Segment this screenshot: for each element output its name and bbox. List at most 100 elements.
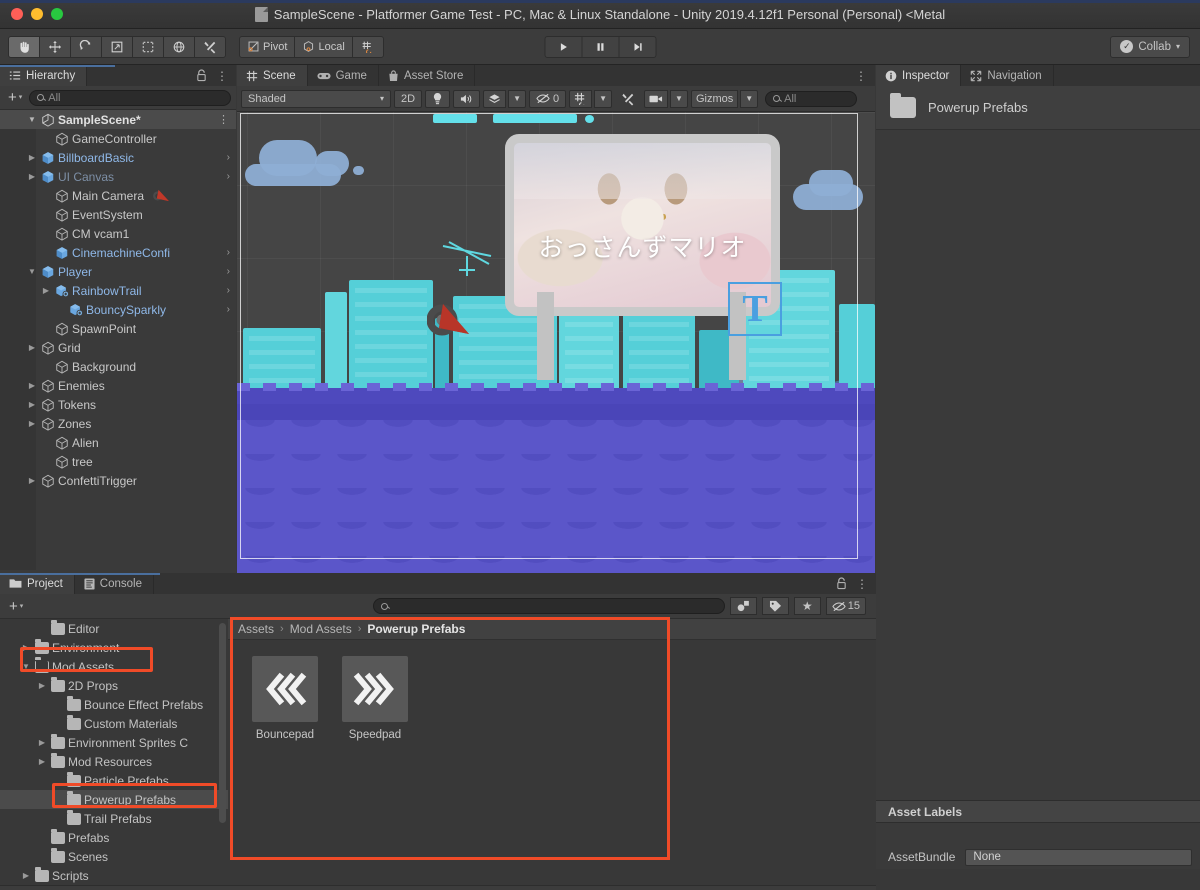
project-menu-icon[interactable]: ⋮ xyxy=(856,577,868,591)
project-folder-scenes[interactable]: Scenes xyxy=(0,847,228,866)
tab-asset-store[interactable]: Asset Store xyxy=(378,65,476,86)
chevron-right-icon[interactable]: ▶ xyxy=(26,153,38,162)
hierarchy-item-billboardbasic[interactable]: ▶ BillboardBasic › xyxy=(0,148,236,167)
chevron-right-icon[interactable]: › xyxy=(227,247,230,258)
play-button[interactable] xyxy=(544,35,583,58)
gizmos-dropdown[interactable]: ▼ xyxy=(740,89,759,108)
scene-camera-dropdown[interactable]: ▼ xyxy=(670,89,688,108)
hierarchy-item-rainbowtrail[interactable]: ▶ RainbowTrail › xyxy=(0,281,236,300)
chevron-right-icon[interactable]: ▶ xyxy=(26,381,38,390)
filter-by-type-button[interactable] xyxy=(729,597,757,615)
project-folder-mod-assets[interactable]: ▼ Mod Assets xyxy=(0,656,228,676)
collab-button[interactable]: ✓ Collab ▾ xyxy=(1110,35,1190,58)
rotate-tool-button[interactable] xyxy=(70,35,102,58)
tab-hierarchy[interactable]: Hierarchy xyxy=(0,65,88,86)
scene-lighting-button[interactable] xyxy=(425,89,451,108)
scene-audio-button[interactable] xyxy=(453,89,481,108)
pause-button[interactable] xyxy=(581,35,620,58)
chevron-right-icon[interactable]: › xyxy=(227,285,230,296)
project-tree-scrollbar[interactable] xyxy=(219,623,226,823)
project-folder-powerup-prefabs[interactable]: Powerup Prefabs xyxy=(0,790,228,809)
toggle-2d-button[interactable]: 2D xyxy=(394,89,423,108)
chevron-right-icon[interactable]: ▶ xyxy=(26,419,38,428)
asset-labels-body[interactable]: AssetBundle None xyxy=(876,823,1200,869)
favorites-button[interactable]: ★ xyxy=(793,597,821,615)
project-hidden-count-button[interactable]: 15 xyxy=(825,597,866,615)
hierarchy-item-tokens[interactable]: ▶ Tokens xyxy=(0,395,236,414)
project-folder-prefabs[interactable]: Prefabs xyxy=(0,828,228,847)
create-asset-button[interactable]: + ▾ xyxy=(6,599,26,614)
hierarchy-item-enemies[interactable]: ▶ Enemies xyxy=(0,376,236,395)
project-folder-environment-sprites-c[interactable]: ▶ Environment Sprites C xyxy=(0,733,228,752)
chevron-down-icon[interactable]: ▼ xyxy=(26,267,38,276)
hierarchy-item-gamecontroller[interactable]: GameController xyxy=(0,129,236,148)
scene-effects-dropdown[interactable]: ▼ xyxy=(508,89,526,108)
scene-menu-icon[interactable]: ⋮ xyxy=(855,69,867,83)
scene-search-input[interactable]: All xyxy=(765,90,858,107)
chevron-down-icon[interactable]: ▼ xyxy=(26,115,38,124)
scene-effects-button[interactable] xyxy=(483,89,507,108)
hierarchy-tree[interactable]: ▼ SampleScene* ⋮ GameController ▶ Billboar… xyxy=(0,110,236,570)
scene-grid-dropdown[interactable]: ▼ xyxy=(594,89,613,108)
hierarchy-item-bouncysparkly[interactable]: BouncySparkly › xyxy=(0,300,236,319)
project-folder-custom-materials[interactable]: Custom Materials xyxy=(0,714,228,733)
gizmos-button[interactable]: Gizmos xyxy=(690,89,739,108)
tab-console[interactable]: Console xyxy=(74,573,154,594)
rect-tool-button[interactable] xyxy=(132,35,164,58)
chevron-right-icon[interactable]: › xyxy=(227,152,230,163)
tab-project[interactable]: Project xyxy=(0,573,75,594)
grid-snap-button[interactable] xyxy=(351,35,384,58)
tab-game[interactable]: Game xyxy=(307,65,379,86)
chevron-right-icon[interactable]: ▶ xyxy=(26,343,38,352)
create-gameobject-button[interactable]: + ▾ xyxy=(5,90,25,105)
hierarchy-item-cm-vcam1[interactable]: CM vcam1 xyxy=(0,224,236,243)
hand-tool-button[interactable] xyxy=(8,35,40,58)
breadcrumb-item-current[interactable]: Powerup Prefabs xyxy=(367,622,465,636)
assetbundle-dropdown[interactable]: None xyxy=(965,848,1192,866)
chevron-right-icon[interactable]: ▶ xyxy=(26,172,38,181)
hierarchy-item-ui-canvas[interactable]: ▶ UI Canvas › xyxy=(0,167,236,186)
hierarchy-item-grid[interactable]: ▶ Grid xyxy=(0,338,236,357)
step-button[interactable] xyxy=(618,35,657,58)
hierarchy-item-spawnpoint[interactable]: SpawnPoint xyxy=(0,319,236,338)
project-folder-environment[interactable]: ▶ Environment xyxy=(0,638,228,657)
scene-viewport[interactable]: おっさんずマリオ T xyxy=(237,112,875,594)
filter-by-label-button[interactable] xyxy=(761,597,789,615)
hierarchy-item-eventsystem[interactable]: EventSystem xyxy=(0,205,236,224)
chevron-right-icon[interactable]: ▶ xyxy=(36,681,48,690)
asset-item-bouncepad[interactable]: Bouncepad xyxy=(252,656,318,741)
project-folder-2d-props[interactable]: ▶ 2D Props xyxy=(0,676,228,695)
scene-component-tools-button[interactable] xyxy=(615,90,641,108)
chevron-right-icon[interactable]: ▶ xyxy=(36,738,48,747)
hierarchy-item-alien[interactable]: Alien xyxy=(0,433,236,452)
pivot-toggle-button[interactable]: Pivot xyxy=(239,35,296,58)
camera-gizmo-icon[interactable] xyxy=(427,300,473,342)
transform-tool-button[interactable] xyxy=(163,35,195,58)
tab-navigation[interactable]: Navigation xyxy=(961,65,1054,86)
project-folder-tree[interactable]: Editor ▶ Environment ▼ Mod Assets ▶ 2D Props Bo… xyxy=(0,619,228,885)
project-folder-particle-prefabs[interactable]: Particle Prefabs xyxy=(0,771,228,790)
project-folder-bounce-effect-prefabs[interactable]: Bounce Effect Prefabs xyxy=(0,695,228,714)
text-gizmo[interactable]: T xyxy=(728,282,782,336)
hierarchy-item-zones[interactable]: ▶ Zones xyxy=(0,414,236,433)
shading-mode-dropdown[interactable]: Shaded ▾ xyxy=(241,89,391,108)
hierarchy-item-tree[interactable]: tree xyxy=(0,452,236,471)
hierarchy-item-confettitrigger[interactable]: ▶ ConfettiTrigger xyxy=(0,471,236,490)
hierarchy-item-background[interactable]: Background xyxy=(0,357,236,376)
chevron-right-icon[interactable]: ▶ xyxy=(40,286,52,295)
lock-icon[interactable] xyxy=(196,69,207,82)
project-folder-mod-resources[interactable]: ▶ Mod Resources xyxy=(0,752,228,771)
chevron-right-icon[interactable]: ▶ xyxy=(36,757,48,766)
project-asset-browser[interactable]: Assets › Mod Assets › Powerup Prefabs Bo… xyxy=(228,619,876,885)
local-toggle-button[interactable]: Local xyxy=(294,35,353,58)
hierarchy-search-input[interactable]: All xyxy=(29,89,231,106)
hierarchy-menu-icon[interactable]: ⋮ xyxy=(216,69,228,83)
project-folder-trail-prefabs[interactable]: Trail Prefabs xyxy=(0,809,228,828)
project-search-input[interactable] xyxy=(372,598,725,614)
chevron-right-icon[interactable]: ▶ xyxy=(26,400,38,409)
chevron-down-icon[interactable]: ▼ xyxy=(20,662,32,671)
move-tool-button[interactable] xyxy=(39,35,71,58)
hierarchy-item-player[interactable]: ▼ Player › xyxy=(0,262,236,281)
breadcrumb-item[interactable]: Mod Assets xyxy=(290,622,352,636)
tab-inspector[interactable]: Inspector xyxy=(876,65,962,86)
